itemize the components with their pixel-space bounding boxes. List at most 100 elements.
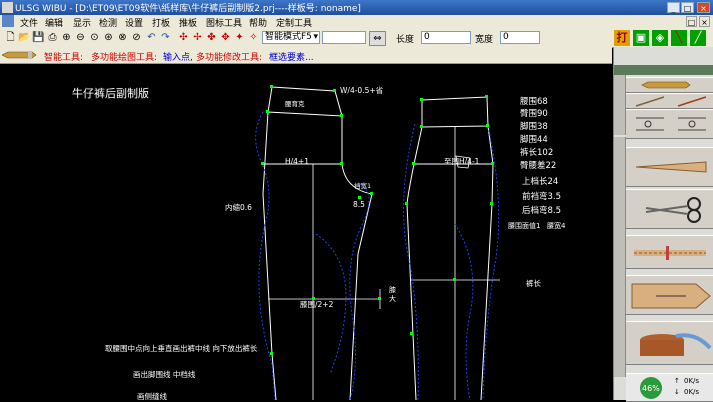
- menu-grading[interactable]: 推板: [179, 16, 197, 29]
- front-piece-outline: [406, 96, 494, 400]
- measure-hip-waist-diff: 臀腰差22: [520, 160, 556, 171]
- label-crotch-width: 裆宽1: [354, 181, 371, 190]
- measure-foot-2: 脚围44: [520, 134, 548, 145]
- length-input[interactable]: 0: [421, 31, 471, 44]
- zoom-out-icon[interactable]: ⊖: [74, 31, 87, 44]
- blank-field[interactable]: [322, 31, 366, 44]
- panel-tab-1[interactable]: [614, 75, 626, 135]
- line-tool-icon[interactable]: ╲: [671, 30, 687, 46]
- pattern-piece-tool[interactable]: [626, 275, 713, 315]
- note-1: 取腰围中点向上垂直画出裤中线 向下放出裤长: [105, 343, 258, 353]
- point-move-icon[interactable]: ✤: [205, 31, 218, 44]
- compass-tools[interactable]: [626, 109, 713, 139]
- scissors-tool[interactable]: [626, 189, 713, 229]
- back-yoke: [267, 86, 343, 117]
- label-hip-quarter: H/4+1: [285, 157, 309, 166]
- point-mirror-icon[interactable]: ✧: [247, 31, 260, 44]
- measure-waist-face: 腰围面值1: [508, 221, 540, 230]
- menu-custom-tools[interactable]: 定制工具: [276, 16, 312, 29]
- hint-select-element: 框选要素...: [269, 53, 314, 63]
- speed-up: 0K/s: [684, 377, 700, 385]
- mdi-restore-button[interactable]: □: [686, 16, 697, 27]
- new-file-icon[interactable]: 🗋: [4, 31, 17, 44]
- measurement-list: 腰围68 臀围90 脚围38 脚围44 裤长102 臀腰差22 上档长24 前裆…: [508, 97, 566, 230]
- pencil-tool-icon: [641, 81, 691, 89]
- mdi-close-button[interactable]: ×: [699, 16, 710, 27]
- point-tool-icon[interactable]: ✣: [177, 31, 190, 44]
- pencil-tool[interactable]: [626, 77, 713, 93]
- zoom-previous-icon[interactable]: ⊘: [130, 31, 143, 44]
- hint-input-point: 输入点,: [163, 53, 193, 63]
- mode-select[interactable]: 智能模式F5 ▾: [262, 31, 320, 44]
- close-button[interactable]: ×: [697, 2, 710, 13]
- label-front-hip: 至围H/4-1: [444, 157, 480, 166]
- width-label: 宽度: [475, 35, 494, 45]
- measure-waistband-width: 腰宽4: [547, 221, 566, 230]
- zoom-window-icon[interactable]: ⊛: [102, 31, 115, 44]
- point-align-icon[interactable]: ✥: [219, 31, 232, 44]
- curve-tool-icon[interactable]: ╱: [690, 30, 706, 46]
- label-yoke: 腰育克: [285, 99, 305, 108]
- open-folder-icon[interactable]: 📂: [18, 31, 31, 44]
- main-toolbar: 🗋 📂 💾 ⎙ ⊕ ⊖ ⊙ ⊛ ⊗ ⊘ ↶ ↷ ✣ ✢ ✤ ✥ ✦ ✧ 智能模式…: [0, 29, 713, 48]
- menu-edit[interactable]: 编辑: [45, 16, 63, 29]
- save-icon[interactable]: 💾: [32, 31, 45, 44]
- menu-file[interactable]: 文件: [20, 16, 38, 29]
- measure-icon[interactable]: ⇔: [369, 31, 386, 46]
- width-input[interactable]: 0: [500, 31, 540, 44]
- speed-down-arrow-icon: ↓: [674, 388, 680, 396]
- doc-icon[interactable]: [2, 15, 14, 27]
- pattern-button[interactable]: 打: [614, 30, 630, 46]
- drawing-canvas[interactable]: 牛仔裤后副制版 W/4-0.5+省 腰育克 H/4+1 至围H/4-1 膝围/2…: [0, 64, 613, 400]
- label-knee: 膝围/2+2: [300, 299, 334, 309]
- knife-tool[interactable]: [626, 147, 713, 187]
- zoom-all-icon[interactable]: ⊗: [116, 31, 129, 44]
- window-title: ULSG WIBU - [D:\ET09\ET09软件\纸样库\牛仔裤后副制版2…: [15, 4, 361, 14]
- menu-icon-tools[interactable]: 图标工具: [206, 16, 242, 29]
- maximize-button[interactable]: □: [681, 2, 694, 13]
- notch-tool[interactable]: [626, 235, 713, 269]
- scissors-icon: [645, 197, 701, 223]
- menu-settings[interactable]: 设置: [125, 16, 143, 29]
- measure-waist: 腰围68: [520, 97, 548, 107]
- undo-icon[interactable]: ↶: [145, 31, 158, 44]
- compass-icon: [636, 117, 706, 131]
- measure-hip: 臀围90: [520, 109, 548, 119]
- network-meter: 46% ↑ 0K/s ↓ 0K/s: [626, 373, 713, 402]
- back-inseam: [341, 116, 373, 400]
- point-copy-icon[interactable]: ✢: [191, 31, 204, 44]
- point-delete-icon[interactable]: ✦: [233, 31, 246, 44]
- panel-tab-2[interactable]: [614, 137, 626, 377]
- front-waistband: [421, 96, 489, 128]
- menu-pattern[interactable]: 打板: [152, 16, 170, 29]
- basket-icon: [640, 333, 712, 356]
- title-bar: ULSG WIBU - [D:\ET09\ET09软件\纸样库\牛仔裤后副制版2…: [0, 0, 713, 15]
- label-waist-top: W/4-0.5+省: [340, 85, 384, 95]
- progress-ring: 46%: [640, 377, 662, 399]
- menu-help[interactable]: 帮助: [249, 16, 267, 29]
- zoom-fit-icon[interactable]: ⊙: [88, 31, 101, 44]
- speed-down: 0K/s: [684, 388, 700, 396]
- app-icon: [2, 2, 13, 13]
- redo-icon[interactable]: ↷: [159, 31, 172, 44]
- basket-tool[interactable]: [626, 321, 713, 365]
- panel-header: [614, 65, 713, 75]
- label-knee-mark: 膝: [389, 285, 396, 294]
- print-icon[interactable]: ⎙: [46, 31, 59, 44]
- hint-bar: 智能工具: 多功能绘图工具: 输入点, 多功能修改工具: 框选要素...: [0, 47, 612, 64]
- pattern-piece-icon: [631, 283, 711, 309]
- zoom-in-icon[interactable]: ⊕: [60, 31, 73, 44]
- menu-view[interactable]: 显示: [73, 16, 91, 29]
- knife-icon: [635, 161, 707, 173]
- measure-back-crotch: 后档弯8.5: [522, 205, 561, 216]
- chevron-down-icon: ▾: [313, 32, 318, 42]
- node-icon[interactable]: ◈: [652, 30, 668, 46]
- note-3: 画侧缝线: [137, 391, 167, 400]
- menu-check[interactable]: 检测: [99, 16, 117, 29]
- line-tool[interactable]: [626, 93, 713, 109]
- measure-length: 裤长102: [520, 147, 553, 158]
- grid-icon[interactable]: ▣: [633, 30, 649, 46]
- note-2: 画出脚围线 中档线: [133, 369, 196, 379]
- reference-lines: [255, 111, 500, 400]
- minimize-button[interactable]: _: [667, 2, 680, 13]
